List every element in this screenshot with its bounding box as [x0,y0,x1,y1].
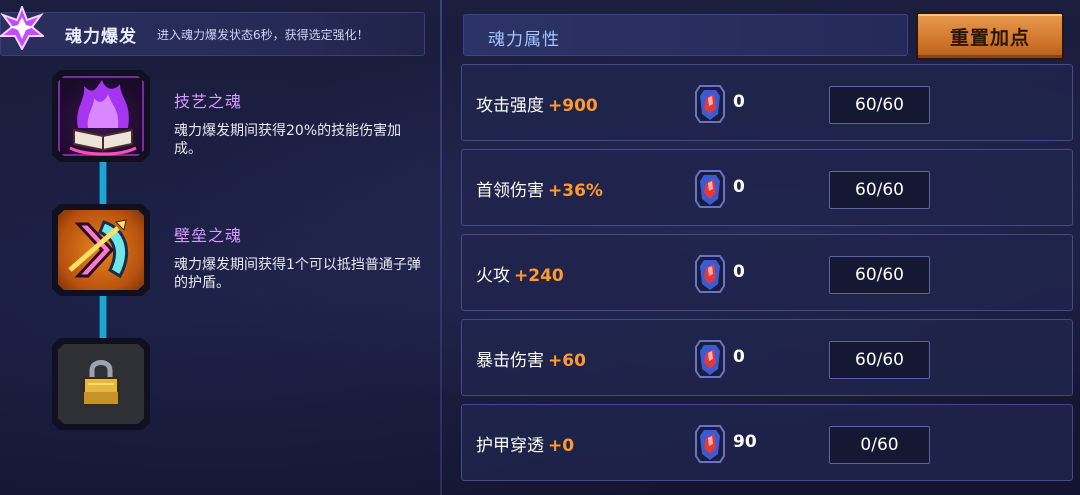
purple-flame-book-icon [69,80,137,156]
attribute-row: 攻击强度 +900 0 60/60 [461,64,1073,141]
attribute-label: 首领伤害 +36% [476,181,603,201]
gem-count: 0 [733,92,745,112]
attribute-level[interactable]: 0/60 [829,426,930,464]
soul-connector [99,295,107,340]
gem-count: 0 [733,262,745,282]
purple-star-gem-icon [0,6,44,50]
attribute-label: 护甲穿透 +0 [476,436,575,456]
attribute-level[interactable]: 60/60 [829,171,930,209]
attribute-level[interactable]: 60/60 [829,341,930,379]
attribute-row: 护甲穿透 +0 90 0/60 [461,404,1073,481]
attribute-bonus: +0 [548,436,575,456]
attribute-bonus: +60 [548,351,586,371]
soul-connector [99,160,107,206]
soul-gem-icon [695,425,725,463]
attribute-bonus: +240 [514,266,564,286]
soul-gem-icon [695,85,725,123]
attributes-header: 魂力属性 [463,14,908,56]
attribute-bonus: +36% [548,181,603,201]
soul-gem-icon [695,340,725,378]
attribute-bonus: +900 [548,96,598,116]
padlock-icon [83,360,119,405]
soul-slot-locked[interactable] [52,338,150,430]
soul-gem-icon [695,170,725,208]
attribute-level[interactable]: 60/60 [829,86,930,124]
panel-divider [440,0,442,495]
soul-name-bulwark: 壁垒之魂 [174,226,243,245]
soul-name-craft: 技艺之魂 [174,92,243,111]
burst-description: 进入魂力爆发状态6秒，获得选定强化！ [157,28,369,42]
gem-count: 90 [733,432,757,452]
burst-title: 魂力爆发 [65,27,137,47]
soul-gem-icon [695,255,725,293]
gem-count: 0 [733,177,745,197]
attribute-row: 火攻 +240 0 60/60 [461,234,1073,311]
soul-description-bulwark: 魂力爆发期间获得1个可以抵挡普通子弹的护盾。 [174,257,421,291]
attribute-label: 火攻 +240 [476,266,564,286]
attribute-label: 暴击伤害 +60 [476,351,586,371]
reset-points-button[interactable]: 重置加点 [916,12,1064,60]
shield-arrow-icon [68,219,129,279]
attribute-row: 首领伤害 +36% 0 60/60 [461,149,1073,226]
soul-description-craft: 魂力爆发期间获得20%的技能伤害加成。 [174,123,402,157]
soul-slot-bulwark[interactable] [52,204,150,296]
attribute-level[interactable]: 60/60 [829,256,930,294]
attributes-title: 魂力属性 [488,30,560,50]
gem-count: 0 [733,347,745,367]
attribute-label: 攻击强度 +900 [476,96,598,116]
soul-slot-craft[interactable] [52,70,150,162]
attribute-row: 暴击伤害 +60 0 60/60 [461,319,1073,396]
